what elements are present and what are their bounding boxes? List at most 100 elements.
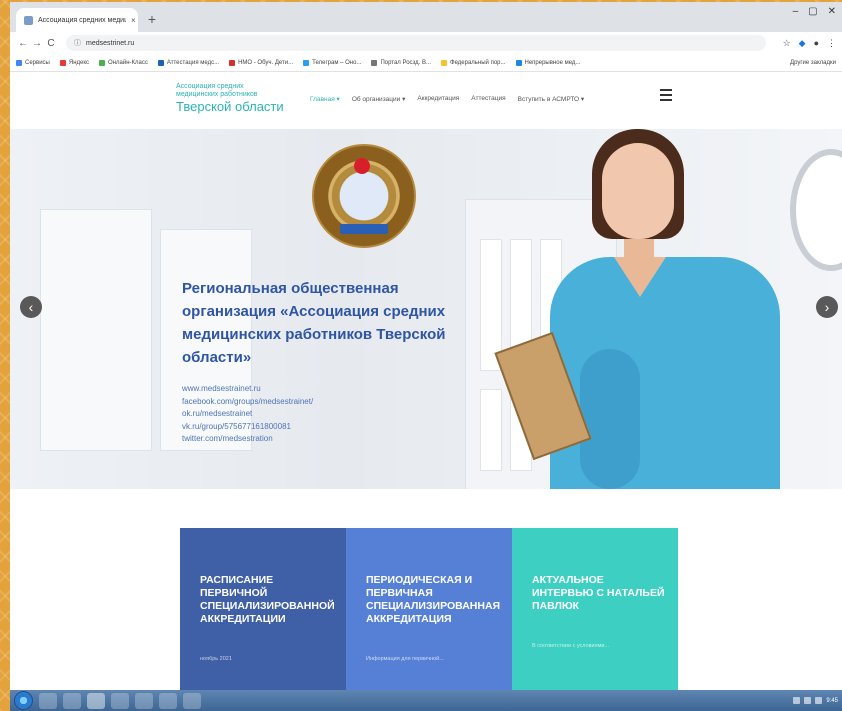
tab-strip: Ассоциация средних медицинских... × + – … [10,2,842,32]
taskbar-chrome-icon[interactable] [87,692,105,709]
nav-item-home[interactable]: Главная ▾ [310,95,340,103]
forward-button[interactable]: → [30,38,44,49]
card-subtitle: ноябрь 2021 [200,656,232,662]
site-header: Ассоциация средних медицинских работнико… [10,73,842,129]
taskbar-powerpoint-icon[interactable] [159,692,177,709]
bookmark-label: Портал Росзд. В... [380,59,432,66]
bookmark-label: Телеграм – Оно... [312,59,362,66]
taskbar-media-icon[interactable] [63,692,81,709]
bookmark-label: Федеральный пор... [450,59,506,66]
background-binder [480,389,502,471]
card-accreditation-schedule[interactable]: РАСПИСАНИЕ ПЕРВИЧНОЙ СПЕЦИАЛИЗИРОВАННОЙ … [180,528,346,692]
browser-tab[interactable]: Ассоциация средних медицинских... × [16,8,138,32]
card-subtitle: В соответствии с условиями... [532,643,610,649]
bookmark-favicon-icon [99,59,106,66]
bookmark-item[interactable]: Непрерывное мед... [515,59,581,66]
browser-toolbar: ← → C ⓘ medsestrinet.ru ☆ ◆ ● ⋮ [10,32,842,54]
taskbar-explorer-icon[interactable] [39,692,57,709]
menu-icon[interactable]: ⋮ [827,38,836,49]
main-navigation: Главная ▾ Об организации ▾ Аккредитация … [310,95,584,103]
wall-clock-image [790,149,842,271]
minimize-button[interactable]: – [793,6,799,17]
bookmark-favicon-icon [515,59,522,66]
bookmark-favicon-icon [157,59,164,66]
taskbar-app-icon[interactable] [111,692,129,709]
system-tray: 9:45 [793,697,838,704]
nav-item-join[interactable]: Вступить в АСМРТО ▾ [518,95,585,103]
card-title: РАСПИСАНИЕ ПЕРВИЧНОЙ СПЕЦИАЛИЗИРОВАННОЙ … [200,574,335,625]
bookmark-favicon-icon [229,59,236,66]
bookmark-item[interactable]: Онлайн-Класс [99,59,148,66]
bookmark-item[interactable]: Портал Росзд. В... [371,59,432,66]
slider-next-button[interactable]: › [816,296,838,318]
browser-window: Ассоциация средних медицинских... × + – … [10,2,842,692]
logo-line-1: Ассоциация средних [176,83,244,90]
extension-icon[interactable]: ◆ [799,38,806,49]
tray-language-icon[interactable] [815,697,823,704]
card-title: ПЕРИОДИЧЕСКАЯ и ПЕРВИЧНАЯ СПЕЦИАЛИЗИРОВА… [366,574,501,625]
nurse-arm [580,349,640,489]
tray-volume-icon[interactable] [804,697,812,704]
emblem-ribbon [340,224,388,234]
tab-close-icon[interactable]: × [131,16,136,25]
new-tab-button[interactable]: + [144,11,160,27]
hero-link-vk[interactable]: vk.ru/group/575677161800081 [182,421,382,434]
nurse-face [602,143,674,239]
taskbar-document-icon[interactable] [183,692,201,709]
bookmark-favicon-icon [303,59,310,66]
hamburger-menu-icon[interactable] [660,89,672,101]
taskbar-folder-icon[interactable] [135,692,153,709]
window-controls: – ▢ ✕ [793,6,836,17]
site-favicon-icon [24,15,33,25]
slider-prev-button[interactable]: ‹ [20,296,42,318]
card-periodic-accreditation[interactable]: ПЕРИОДИЧЕСКАЯ и ПЕРВИЧНАЯ СПЕЦИАЛИЗИРОВА… [346,528,512,692]
tab-title: Ассоциация средних медицинских... [38,16,126,24]
organization-emblem-icon [312,144,416,248]
nav-item-accreditation[interactable]: Аккредитация [417,95,459,103]
bookmark-item[interactable]: Яндекс [59,59,90,66]
reload-button[interactable]: C [44,38,58,49]
bookmark-item[interactable]: Федеральный пор... [441,59,506,66]
bookmark-label: Непрерывное мед... [524,59,581,66]
site-logo[interactable]: Ассоциация средних медицинских работнико… [176,83,296,114]
bookmark-star-icon[interactable]: ☆ [783,38,791,49]
close-window-button[interactable]: ✕ [828,6,836,17]
os-taskbar: 9:45 [10,690,842,711]
address-bar[interactable]: ⓘ medsestrinet.ru [66,35,766,51]
bookmark-label: Яндекс [68,59,90,66]
card-subtitle: Информация для первичной... [366,656,444,662]
tray-network-icon[interactable] [793,697,801,704]
nav-item-about[interactable]: Об организации ▾ [352,95,406,103]
bookmark-label: Сервисы [25,59,50,66]
hero-social-links: www.medsestrainet.ru facebook.com/groups… [182,383,382,446]
bookmark-label: Аттестация медс... [166,59,220,66]
hero-link-ok[interactable]: ok.ru/medsestrainet [182,408,382,421]
profile-icon[interactable]: ● [814,38,819,49]
bookmark-item[interactable]: Аттестация медс... [157,59,220,66]
logo-line-3: Тверской области [176,99,284,114]
other-bookmarks-folder[interactable]: Другие закладки [790,60,836,66]
back-button[interactable]: ← [16,38,30,49]
hero-title: Региональная общественная организация «А… [182,280,446,366]
site-info-icon[interactable]: ⓘ [74,38,81,48]
feature-cards: РАСПИСАНИЕ ПЕРВИЧНОЙ СПЕЦИАЛИЗИРОВАННОЙ … [180,528,678,692]
tray-clock[interactable]: 9:45 [826,698,838,704]
nav-item-attestation[interactable]: Аттестация [471,95,505,103]
bookmark-label: НМО - Обуч. Дети... [238,59,294,66]
toolbar-extensions: ☆ ◆ ● ⋮ [783,38,836,49]
maximize-button[interactable]: ▢ [808,6,817,17]
hero-link-twitter[interactable]: twitter.com/medsestration [182,433,382,446]
card-interview[interactable]: АКТУАЛЬНОЕ ИНТЕРВЬЮ С НАТАЛЬЕЙ ПАВЛЮК В … [512,528,678,692]
bookmark-favicon-icon [16,59,22,66]
hero-slider: Региональная общественная организация «А… [10,129,842,489]
bookmark-item[interactable]: НМО - Обуч. Дети... [229,59,294,66]
nurse-photo [494,129,785,489]
start-button-icon[interactable] [14,691,33,710]
bookmark-item[interactable]: Сервисы [16,59,50,66]
hero-link-facebook[interactable]: facebook.com/groups/medsestrainet/ [182,396,382,409]
bookmark-item[interactable]: Телеграм – Оно... [303,59,362,66]
bookmarks-bar: Сервисы Яндекс Онлайн-Класс Аттестация медс… [10,54,842,72]
bookmark-favicon-icon [371,59,378,66]
url-text: medsestrinet.ru [86,39,135,47]
hero-link-website[interactable]: www.medsestrainet.ru [182,383,382,396]
